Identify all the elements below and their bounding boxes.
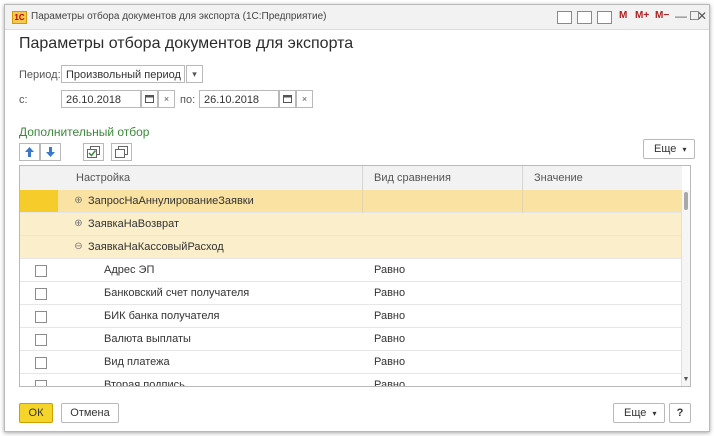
period-label: Период:: [19, 69, 61, 81]
to-label: по:: [180, 94, 196, 106]
period-select[interactable]: Произвольный период: [61, 65, 185, 83]
dialog-window: 1С Параметры отбора документов для экспо…: [4, 4, 710, 432]
table-row-group[interactable]: ⊕ ЗапросНаАннулированиеЗаявки: [20, 190, 682, 213]
to-clear-button[interactable]: ×: [296, 90, 313, 108]
chevron-down-icon: ▾: [682, 145, 687, 154]
arrow-down-icon: [46, 147, 55, 157]
period-dropdown-button[interactable]: ▾: [186, 65, 203, 83]
calendar-icon: [283, 95, 292, 103]
check-all-icon: [87, 146, 100, 158]
table-row[interactable]: Адрес ЭП Равно: [20, 259, 682, 282]
table-icon[interactable]: [577, 11, 592, 24]
table-row[interactable]: Вторая подпись Равно: [20, 374, 682, 387]
from-clear-button[interactable]: ×: [158, 90, 175, 108]
column-separator: [362, 166, 363, 190]
table-row[interactable]: Банковский счет получателя Равно: [20, 282, 682, 305]
scroll-down-icon[interactable]: ▼: [682, 376, 690, 383]
move-down-button[interactable]: [40, 143, 61, 161]
title-bar: 1С Параметры отбора документов для экспо…: [5, 5, 709, 30]
calendar-icon[interactable]: [597, 11, 612, 24]
form-title: Параметры отбора документов для экспорта: [19, 35, 354, 52]
to-date-input[interactable]: 26.10.2018: [199, 90, 279, 108]
row-marker: [20, 190, 58, 212]
comparison-value[interactable]: Равно: [374, 356, 405, 368]
footer-more-button[interactable]: Еще ▾: [613, 403, 666, 423]
group-name: ЗаявкаНаКассовыйРасход: [88, 241, 224, 253]
from-calendar-button[interactable]: [141, 90, 158, 108]
table-row-group[interactable]: ⊖ ЗаявкаНаКассовыйРасход: [20, 236, 682, 259]
column-header-comparison[interactable]: Вид сравнения: [374, 172, 451, 184]
to-date-value: 26.10.2018: [204, 94, 260, 106]
memory-button[interactable]: M: [619, 10, 627, 21]
scrollbar-thumb[interactable]: [684, 192, 688, 210]
period-select-value: Произвольный период: [66, 69, 181, 81]
from-date-value: 26.10.2018: [66, 94, 122, 106]
minimize-button[interactable]: —: [675, 9, 687, 23]
row-checkbox[interactable]: [35, 311, 47, 323]
help-button[interactable]: ?: [669, 403, 691, 423]
collapse-icon[interactable]: ⊖: [74, 242, 83, 252]
uncheck-all-button[interactable]: [111, 143, 132, 161]
document-icon[interactable]: [557, 11, 572, 24]
arrow-up-icon: [25, 147, 34, 157]
footer-more-label: Еще: [624, 407, 647, 419]
cell-separator: [522, 190, 523, 213]
column-header-setting[interactable]: Настройка: [76, 172, 130, 184]
table-row-group[interactable]: ⊕ ЗаявкаНаВозврат: [20, 213, 682, 236]
row-checkbox[interactable]: [35, 334, 47, 346]
field-name: Вид платежа: [104, 356, 170, 368]
column-separator: [522, 166, 523, 190]
grid-more-button[interactable]: Еще ▾: [643, 139, 696, 159]
calendar-icon: [145, 95, 154, 103]
column-header-value[interactable]: Значение: [534, 172, 583, 184]
table-row[interactable]: Вид платежа Равно: [20, 351, 682, 374]
group-name: ЗаявкаНаВозврат: [88, 218, 180, 230]
chevron-down-icon: ▾: [652, 409, 657, 418]
group-name: ЗапросНаАннулированиеЗаявки: [88, 195, 254, 207]
grid-more-label: Еще: [654, 143, 677, 155]
row-checkbox[interactable]: [35, 265, 47, 277]
app-logo-icon: 1С: [12, 11, 27, 24]
close-button[interactable]: ✕: [697, 9, 707, 23]
field-name: БИК банка получателя: [104, 310, 220, 322]
cancel-button[interactable]: Отмена: [61, 403, 119, 423]
from-label: с:: [19, 94, 28, 106]
comparison-value[interactable]: Равно: [374, 333, 405, 345]
table-row[interactable]: Валюта выплаты Равно: [20, 328, 682, 351]
field-name: Банковский счет получателя: [104, 287, 250, 299]
ok-button[interactable]: ОК: [19, 403, 53, 423]
comparison-value[interactable]: Равно: [374, 379, 405, 386]
field-name: Валюта выплаты: [104, 333, 191, 345]
table-row[interactable]: БИК банка получателя Равно: [20, 305, 682, 328]
comparison-value[interactable]: Равно: [374, 287, 405, 299]
table-header: Настройка Вид сравнения Значение: [20, 166, 682, 191]
row-checkbox[interactable]: [35, 380, 47, 386]
section-title: Дополнительный отбор: [19, 125, 150, 139]
move-up-button[interactable]: [19, 143, 40, 161]
comparison-value[interactable]: Равно: [374, 264, 405, 276]
vertical-scrollbar[interactable]: ▼: [681, 190, 690, 386]
uncheck-all-icon: [115, 146, 128, 158]
filter-table: Настройка Вид сравнения Значение ⊕ Запро…: [19, 165, 691, 387]
memory-minus-button[interactable]: M−: [655, 10, 669, 21]
row-checkbox[interactable]: [35, 357, 47, 369]
expand-icon[interactable]: ⊕: [74, 196, 83, 206]
memory-plus-button[interactable]: M+: [635, 10, 649, 21]
window-title: Параметры отбора документов для экспорта…: [31, 11, 327, 22]
field-name: Адрес ЭП: [104, 264, 155, 276]
field-name: Вторая подпись: [104, 379, 185, 387]
to-calendar-button[interactable]: [279, 90, 296, 108]
cell-separator: [362, 190, 363, 213]
from-date-input[interactable]: 26.10.2018: [61, 90, 141, 108]
expand-icon[interactable]: ⊕: [74, 219, 83, 229]
check-all-button[interactable]: [83, 143, 104, 161]
comparison-value[interactable]: Равно: [374, 310, 405, 322]
row-checkbox[interactable]: [35, 288, 47, 300]
